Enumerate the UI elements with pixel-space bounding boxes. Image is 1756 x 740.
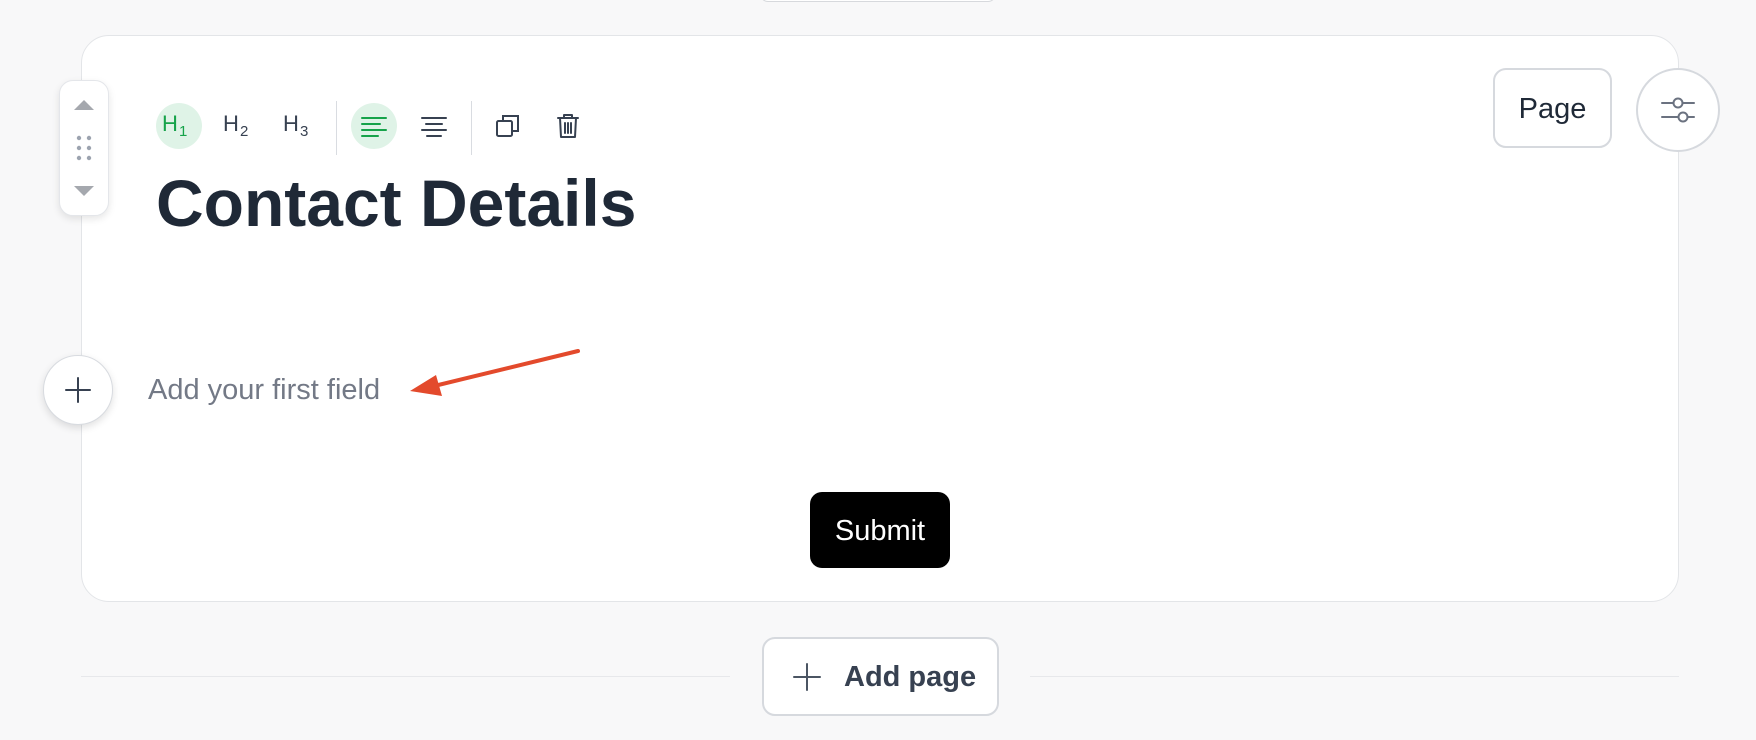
move-down-icon xyxy=(74,186,94,196)
toolbar-divider xyxy=(336,101,337,155)
add-page-button[interactable]: Add page xyxy=(762,637,999,716)
heading-3-button[interactable]: H 3 xyxy=(277,103,323,149)
bottom-divider-left xyxy=(81,676,730,677)
bottom-divider-right xyxy=(1030,676,1679,677)
align-center-button[interactable] xyxy=(411,103,457,149)
move-up-button[interactable] xyxy=(60,91,108,119)
move-up-icon xyxy=(74,100,94,110)
duplicate-button[interactable] xyxy=(485,103,531,149)
heading-1-icon: H 1 xyxy=(162,111,187,140)
move-down-button[interactable] xyxy=(60,177,108,205)
previous-page-button-edge xyxy=(760,0,996,2)
block-move-control xyxy=(59,80,109,216)
heading-3-icon: H 3 xyxy=(283,111,308,140)
submit-button[interactable]: Submit xyxy=(810,492,950,568)
plus-icon xyxy=(793,663,821,691)
toolbar-divider xyxy=(471,101,472,155)
heading-1-button[interactable]: H 1 xyxy=(156,103,202,149)
heading-2-button[interactable]: H 2 xyxy=(217,103,263,149)
drag-handle-icon[interactable] xyxy=(74,133,94,163)
align-left-button[interactable] xyxy=(351,103,397,149)
page-title[interactable]: Contact Details xyxy=(156,166,636,240)
sliders-icon xyxy=(1661,97,1695,123)
add-field-button[interactable] xyxy=(43,355,113,425)
add-field-placeholder[interactable]: Add your first field xyxy=(148,370,380,410)
heading-1-subscript: 1 xyxy=(179,123,187,140)
settings-button[interactable] xyxy=(1636,68,1720,152)
align-left-icon xyxy=(361,117,387,137)
align-center-icon xyxy=(421,117,447,137)
trash-icon xyxy=(557,114,579,138)
heading-2-subscript: 2 xyxy=(240,123,248,140)
delete-button[interactable] xyxy=(545,103,591,149)
add-page-label: Add page xyxy=(844,661,977,693)
heading-3-subscript: 3 xyxy=(300,123,308,140)
plus-icon xyxy=(65,377,91,403)
duplicate-icon xyxy=(496,115,519,137)
heading-2-icon: H 2 xyxy=(223,111,248,140)
page-button[interactable]: Page xyxy=(1493,68,1612,148)
heading-2-label: H xyxy=(223,111,239,136)
annotation-arrow-icon xyxy=(410,349,580,396)
heading-3-label: H xyxy=(283,111,299,136)
heading-1-label: H xyxy=(162,111,178,136)
